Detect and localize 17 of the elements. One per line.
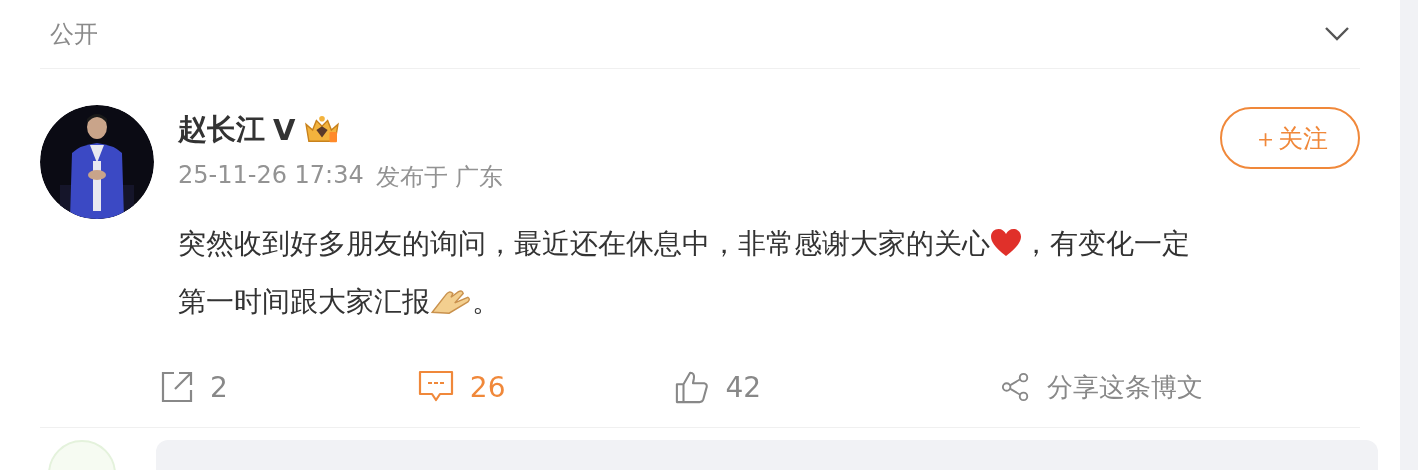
action-button[interactable]: 26: [417, 359, 506, 415]
thumbs-up-icon: [675, 370, 710, 404]
action-button[interactable]: 2: [160, 359, 228, 415]
visibility-label: 公开: [50, 19, 98, 50]
follow-button[interactable]: ＋关注: [1220, 107, 1360, 169]
post-time: 25-11-26 17:34: [178, 161, 364, 191]
comment-icon: [417, 370, 454, 404]
action-button[interactable]: 42: [675, 359, 762, 415]
verified-mark: V: [273, 113, 296, 147]
action-button[interactable]: 分享这条博文: [1001, 359, 1204, 415]
repost-icon: [160, 370, 194, 404]
post-location: 发布于 广东: [375, 162, 504, 193]
heart-icon: [990, 228, 1022, 258]
chevron-down-icon[interactable]: [1324, 26, 1350, 42]
post-text: 突然收到好多朋友的询问，最近还在休息中，非常感谢大家的关心 ，有变化一定第一时间跟大家汇报 。: [178, 226, 1191, 320]
author-name[interactable]: 赵长江: [178, 110, 265, 150]
crown-badge-icon: [303, 115, 342, 145]
